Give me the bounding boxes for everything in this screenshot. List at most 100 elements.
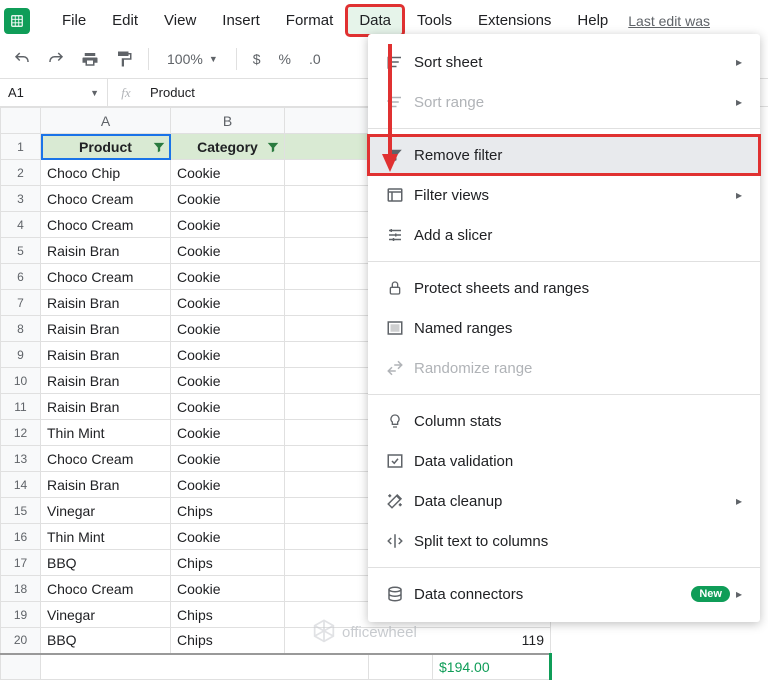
sheets-logo[interactable] bbox=[4, 8, 30, 34]
paint-format-button[interactable] bbox=[108, 44, 140, 74]
row-header[interactable]: 17 bbox=[1, 550, 41, 576]
cell-unit-sold[interactable]: 119 bbox=[285, 628, 551, 654]
menu-insert[interactable]: Insert bbox=[210, 6, 272, 35]
header-product[interactable]: Product bbox=[41, 134, 171, 160]
row-header[interactable]: 2 bbox=[1, 160, 41, 186]
format-currency[interactable]: $ bbox=[245, 51, 269, 67]
menu-remove-filter[interactable]: Remove filter bbox=[368, 135, 760, 175]
format-decimal[interactable]: .0 bbox=[301, 51, 329, 67]
menu-add-slicer[interactable]: Add a slicer bbox=[368, 215, 760, 255]
last-edit-link[interactable]: Last edit was bbox=[628, 13, 710, 29]
menu-data-validation[interactable]: Data validation bbox=[368, 441, 760, 481]
menu-format[interactable]: Format bbox=[274, 6, 346, 35]
cell-product[interactable]: Choco Cream bbox=[41, 212, 171, 238]
cell-category[interactable]: Cookie bbox=[171, 472, 285, 498]
cell-category[interactable]: Cookie bbox=[171, 342, 285, 368]
row-header[interactable]: 18 bbox=[1, 576, 41, 602]
menu-help[interactable]: Help bbox=[565, 6, 620, 35]
cell-category[interactable]: Chips bbox=[171, 628, 285, 654]
cell-product[interactable]: Raisin Bran bbox=[41, 394, 171, 420]
cell-product[interactable]: Choco Cream bbox=[41, 576, 171, 602]
cell-product[interactable]: BBQ bbox=[41, 550, 171, 576]
menu-separator bbox=[368, 394, 760, 395]
row-header[interactable]: 7 bbox=[1, 290, 41, 316]
cell-product[interactable]: Choco Cream bbox=[41, 264, 171, 290]
menu-sort-sheet[interactable]: Sort sheet bbox=[368, 42, 760, 82]
cell-category[interactable]: Cookie bbox=[171, 394, 285, 420]
cell-product[interactable]: Thin Mint bbox=[41, 420, 171, 446]
select-all-corner[interactable] bbox=[1, 108, 41, 134]
zoom-select[interactable]: 100%▼ bbox=[157, 51, 228, 67]
cell-category[interactable]: Cookie bbox=[171, 420, 285, 446]
cell-product[interactable]: Raisin Bran bbox=[41, 342, 171, 368]
menu-data[interactable]: Data bbox=[347, 6, 403, 35]
row-header[interactable]: 16 bbox=[1, 524, 41, 550]
cell-product[interactable]: Raisin Bran bbox=[41, 472, 171, 498]
menu-tools[interactable]: Tools bbox=[405, 6, 464, 35]
cell-category[interactable]: Cookie bbox=[171, 446, 285, 472]
cell-category[interactable]: Chips bbox=[171, 498, 285, 524]
row-header[interactable]: 12 bbox=[1, 420, 41, 446]
row-header[interactable]: 3 bbox=[1, 186, 41, 212]
row-header[interactable] bbox=[1, 654, 41, 680]
row-header[interactable]: 14 bbox=[1, 472, 41, 498]
cell-category[interactable]: Cookie bbox=[171, 368, 285, 394]
cell-category[interactable]: Cookie bbox=[171, 316, 285, 342]
cell-category[interactable]: Cookie bbox=[171, 264, 285, 290]
col-header-b[interactable]: B bbox=[171, 108, 285, 134]
row-header[interactable]: 9 bbox=[1, 342, 41, 368]
cell-category[interactable]: Cookie bbox=[171, 160, 285, 186]
print-button[interactable] bbox=[74, 44, 106, 74]
menu-view[interactable]: View bbox=[152, 6, 208, 35]
cell-product[interactable]: Vinegar bbox=[41, 498, 171, 524]
undo-button[interactable] bbox=[6, 44, 38, 74]
cell-product[interactable]: Raisin Bran bbox=[41, 290, 171, 316]
cell-product[interactable]: Raisin Bran bbox=[41, 316, 171, 342]
cell-product[interactable]: Choco Cream bbox=[41, 446, 171, 472]
row-header[interactable]: 20 bbox=[1, 628, 41, 654]
row-header[interactable]: 10 bbox=[1, 368, 41, 394]
cell-category[interactable]: Chips bbox=[171, 550, 285, 576]
format-percent[interactable]: % bbox=[271, 51, 299, 67]
row-header[interactable]: 19 bbox=[1, 602, 41, 628]
cell-product[interactable]: Thin Mint bbox=[41, 524, 171, 550]
cell-product[interactable]: Raisin Bran bbox=[41, 368, 171, 394]
cell-product[interactable]: BBQ bbox=[41, 628, 171, 654]
menu-extensions[interactable]: Extensions bbox=[466, 6, 563, 35]
col-header-a[interactable]: A bbox=[41, 108, 171, 134]
filter-icon[interactable] bbox=[266, 140, 280, 154]
row-header[interactable]: 13 bbox=[1, 446, 41, 472]
cell-category[interactable]: Chips bbox=[171, 602, 285, 628]
cell-category[interactable]: Cookie bbox=[171, 290, 285, 316]
cell-product[interactable]: Raisin Bran bbox=[41, 238, 171, 264]
menu-edit[interactable]: Edit bbox=[100, 6, 150, 35]
cell-category[interactable]: Cookie bbox=[171, 238, 285, 264]
redo-button[interactable] bbox=[40, 44, 72, 74]
cell-category[interactable]: Cookie bbox=[171, 524, 285, 550]
filter-icon[interactable] bbox=[152, 140, 166, 154]
menu-file[interactable]: File bbox=[50, 6, 98, 35]
menu-filter-views[interactable]: Filter views bbox=[368, 175, 760, 215]
cell-category[interactable]: Cookie bbox=[171, 186, 285, 212]
row-header[interactable]: 6 bbox=[1, 264, 41, 290]
cell-category[interactable]: Cookie bbox=[171, 576, 285, 602]
menu-protect-sheets[interactable]: Protect sheets and ranges bbox=[368, 268, 760, 308]
cell-product[interactable]: Choco Chip bbox=[41, 160, 171, 186]
menu-data-connectors[interactable]: Data connectors New bbox=[368, 574, 760, 614]
row-header[interactable]: 8 bbox=[1, 316, 41, 342]
name-box[interactable]: A1 ▼ bbox=[0, 79, 108, 106]
menu-named-ranges[interactable]: Named ranges bbox=[368, 308, 760, 348]
cell-product[interactable]: Choco Cream bbox=[41, 186, 171, 212]
cell-category[interactable]: Cookie bbox=[171, 212, 285, 238]
cell-product[interactable]: Vinegar bbox=[41, 602, 171, 628]
row-header[interactable]: 15 bbox=[1, 498, 41, 524]
menu-split-text[interactable]: Split text to columns bbox=[368, 521, 760, 561]
table-row[interactable]: 20BBQChips119 bbox=[1, 628, 551, 654]
row-header[interactable]: 4 bbox=[1, 212, 41, 238]
menu-column-stats[interactable]: Column stats bbox=[368, 401, 760, 441]
menu-data-cleanup[interactable]: Data cleanup bbox=[368, 481, 760, 521]
header-category[interactable]: Category bbox=[171, 134, 285, 160]
row-header[interactable]: 1 bbox=[1, 134, 41, 160]
row-header[interactable]: 5 bbox=[1, 238, 41, 264]
row-header[interactable]: 11 bbox=[1, 394, 41, 420]
